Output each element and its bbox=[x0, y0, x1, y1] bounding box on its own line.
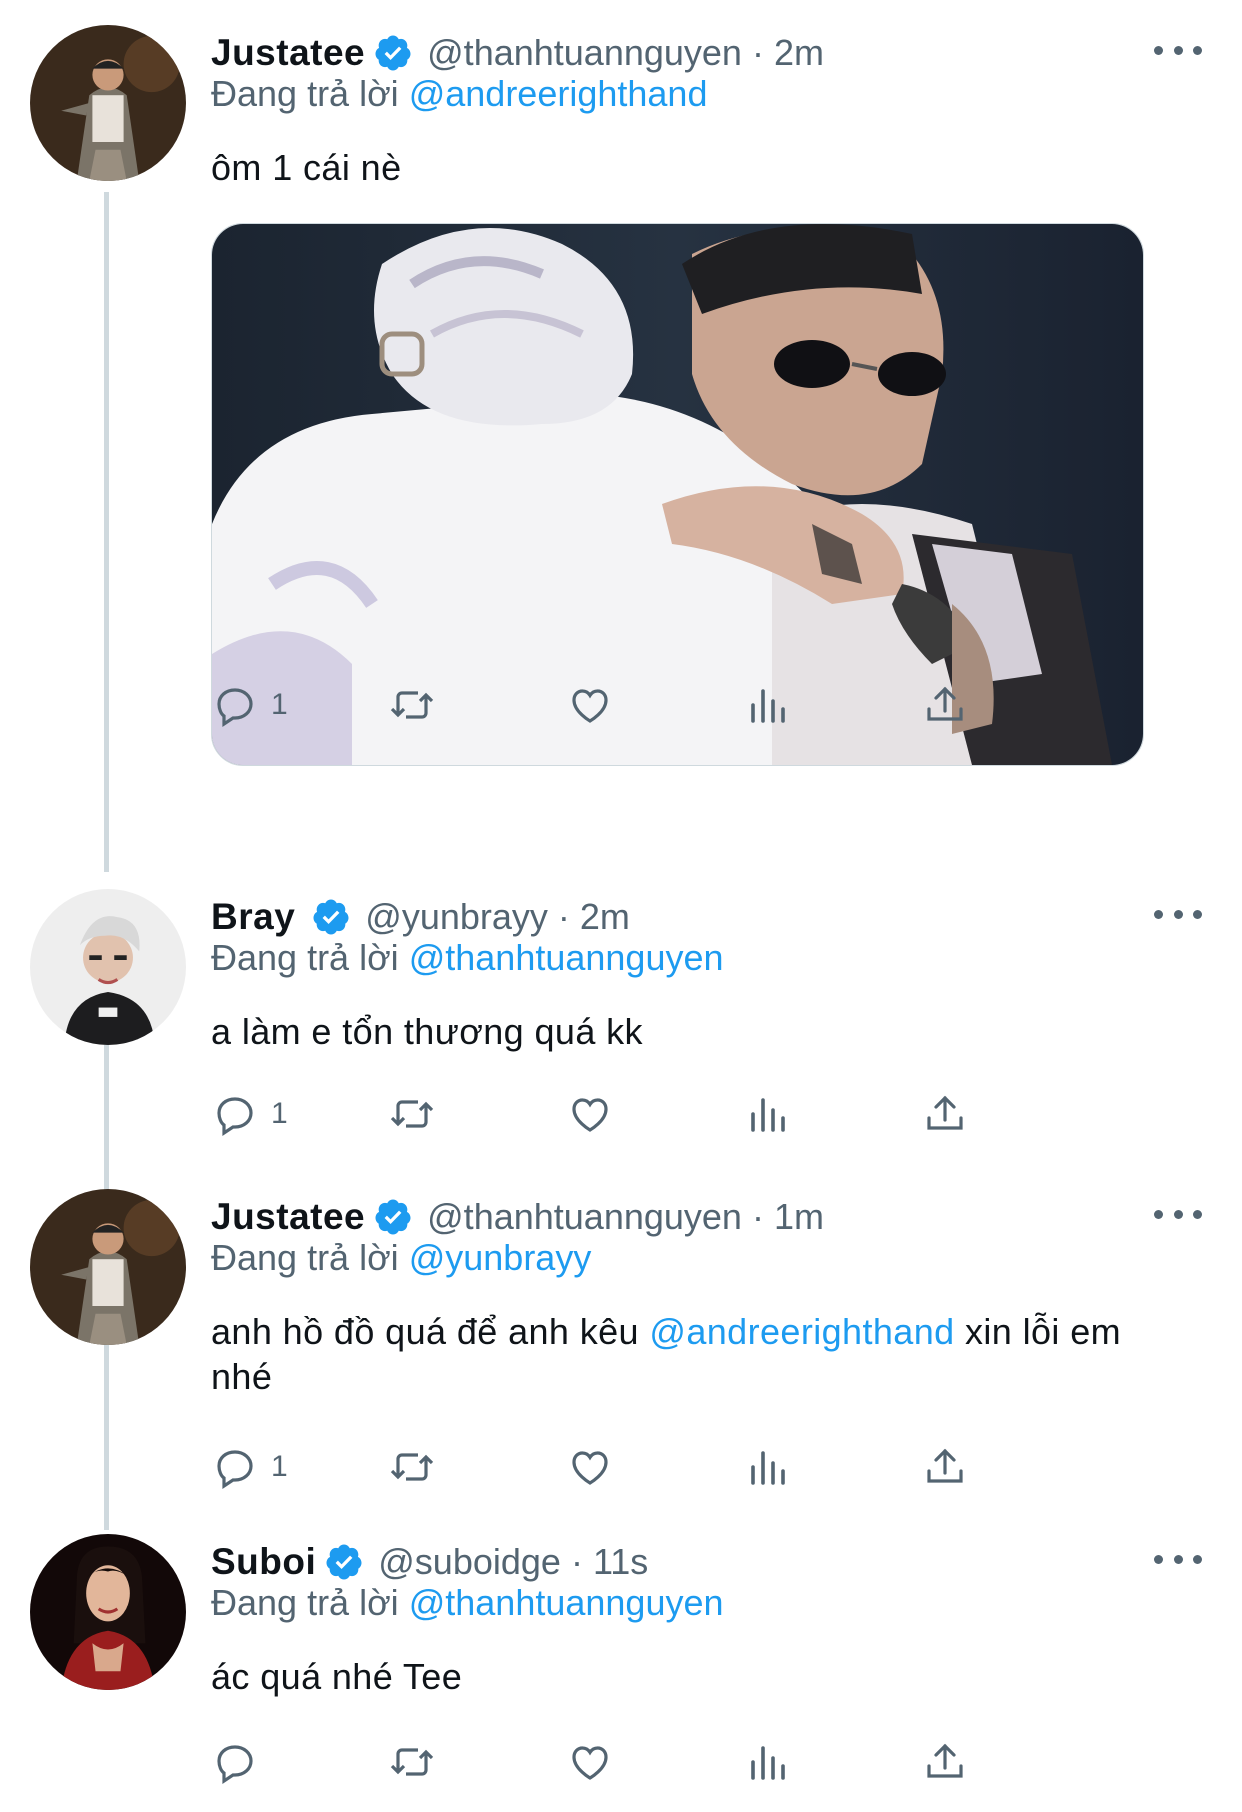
more-icon[interactable] bbox=[1154, 899, 1202, 929]
reply-button[interactable]: 1 bbox=[211, 675, 288, 735]
handle[interactable]: @yunbrayy bbox=[365, 896, 548, 938]
views-button[interactable] bbox=[743, 675, 791, 735]
replying-to: Đang trả lời @thanhtuannguyen bbox=[211, 937, 724, 979]
display-name[interactable]: Justatee bbox=[211, 32, 365, 74]
avatar[interactable] bbox=[30, 25, 186, 181]
like-icon bbox=[572, 1746, 608, 1780]
timestamp[interactable]: 2m bbox=[580, 896, 630, 938]
tweet[interactable]: Justatee @thanhtuannguyen · 1m Đang trả … bbox=[0, 1189, 1242, 1519]
tweet[interactable]: Justatee @thanhtuannguyen · 2m Đang trả … bbox=[0, 25, 1242, 855]
avatar[interactable] bbox=[30, 1189, 186, 1345]
reply-count: 1 bbox=[271, 1450, 288, 1483]
views-button[interactable] bbox=[743, 1437, 791, 1497]
tweet[interactable]: Bray @yunbrayy · 2m Đang trả lời @thanht… bbox=[0, 889, 1242, 1169]
retweet-icon bbox=[390, 1748, 434, 1776]
separator: · bbox=[751, 1196, 764, 1237]
reply-count: 1 bbox=[271, 688, 288, 721]
share-button[interactable] bbox=[921, 1732, 969, 1792]
display-name[interactable]: Justatee bbox=[211, 1196, 365, 1238]
views-icon bbox=[751, 1098, 785, 1132]
separator: · bbox=[557, 896, 570, 937]
avatar[interactable] bbox=[30, 1534, 186, 1690]
retweet-icon bbox=[390, 691, 434, 719]
like-icon bbox=[572, 689, 608, 723]
like-button[interactable] bbox=[566, 675, 614, 735]
tweet-text-part: anh hồ đồ quá để anh kêu bbox=[211, 1311, 650, 1352]
tweet-text: anh hồ đồ quá để anh kêu @andreerighthan… bbox=[211, 1309, 1191, 1399]
like-button[interactable] bbox=[566, 1084, 614, 1144]
handle[interactable]: @thanhtuannguyen bbox=[427, 32, 742, 74]
reply-button[interactable] bbox=[211, 1732, 271, 1792]
reply-to-mention[interactable]: @andreerighthand bbox=[409, 73, 708, 114]
reply-to-mention[interactable]: @yunbrayy bbox=[409, 1237, 592, 1278]
like-button[interactable] bbox=[566, 1437, 614, 1497]
reply-button[interactable]: 1 bbox=[211, 1084, 288, 1144]
replying-to: Đang trả lời @thanhtuannguyen bbox=[211, 1582, 724, 1624]
display-name[interactable]: Bray bbox=[211, 896, 295, 938]
display-name[interactable]: Suboi bbox=[211, 1541, 316, 1583]
verified-badge-icon bbox=[373, 33, 413, 73]
share-button[interactable] bbox=[921, 1437, 969, 1497]
like-icon bbox=[572, 1451, 608, 1485]
verified-badge-icon bbox=[311, 897, 351, 937]
separator: · bbox=[570, 1541, 583, 1582]
retweet-button[interactable] bbox=[388, 1084, 436, 1144]
retweet-icon bbox=[390, 1453, 434, 1481]
retweet-button[interactable] bbox=[388, 675, 436, 735]
views-button[interactable] bbox=[743, 1084, 791, 1144]
share-icon bbox=[927, 1095, 963, 1130]
reply-to-mention[interactable]: @thanhtuannguyen bbox=[409, 1582, 724, 1623]
reply-prefix: Đang trả lời bbox=[211, 1582, 399, 1623]
views-icon bbox=[751, 1746, 785, 1780]
tweet[interactable]: Suboi @suboidge · 11s Đang trả lời @than… bbox=[0, 1534, 1242, 1794]
reply-button[interactable]: 1 bbox=[211, 1437, 288, 1497]
retweet-button[interactable] bbox=[388, 1732, 436, 1792]
reply-to-mention[interactable]: @thanhtuannguyen bbox=[409, 937, 724, 978]
tweet-text: ác quá nhé Tee bbox=[211, 1656, 463, 1697]
tweet-actions bbox=[211, 1732, 1111, 1792]
avatar[interactable] bbox=[30, 889, 186, 1045]
timestamp[interactable]: 2m bbox=[774, 32, 824, 74]
reply-prefix: Đang trả lời bbox=[211, 1237, 399, 1278]
share-icon bbox=[927, 686, 963, 721]
retweet-icon bbox=[390, 1100, 434, 1128]
share-button[interactable] bbox=[921, 675, 969, 735]
more-icon[interactable] bbox=[1154, 35, 1202, 65]
verified-badge-icon bbox=[373, 1197, 413, 1237]
views-icon bbox=[751, 689, 785, 723]
retweet-button[interactable] bbox=[388, 1437, 436, 1497]
reply-icon bbox=[217, 1097, 253, 1136]
handle[interactable]: @thanhtuannguyen bbox=[427, 1196, 742, 1238]
share-icon bbox=[927, 1743, 963, 1778]
like-icon bbox=[572, 1098, 608, 1132]
tweet-text: ôm 1 cái nè bbox=[211, 147, 402, 188]
handle[interactable]: @suboidge bbox=[378, 1541, 561, 1583]
tweet-actions: 1 bbox=[211, 1437, 1111, 1497]
timestamp[interactable]: 1m bbox=[774, 1196, 824, 1238]
text-mention[interactable]: @andreerighthand bbox=[649, 1311, 954, 1352]
reply-prefix: Đang trả lời bbox=[211, 937, 399, 978]
reply-count: 1 bbox=[271, 1097, 288, 1130]
views-button[interactable] bbox=[743, 1732, 791, 1792]
verified-badge-icon bbox=[324, 1542, 364, 1582]
reply-prefix: Đang trả lời bbox=[211, 73, 399, 114]
replying-to: Đang trả lời @andreerighthand bbox=[211, 73, 707, 115]
share-icon bbox=[927, 1448, 963, 1483]
reply-icon bbox=[217, 1450, 253, 1489]
tweet-actions: 1 bbox=[211, 1084, 1111, 1144]
more-icon[interactable] bbox=[1154, 1199, 1202, 1229]
share-button[interactable] bbox=[921, 1084, 969, 1144]
replying-to: Đang trả lời @yunbrayy bbox=[211, 1237, 591, 1279]
timestamp[interactable]: 11s bbox=[593, 1541, 648, 1583]
reply-icon bbox=[217, 688, 253, 727]
tweet-text: a làm e tổn thương quá kk bbox=[211, 1011, 643, 1052]
tweet-actions: 1 bbox=[211, 675, 1111, 735]
more-icon[interactable] bbox=[1154, 1544, 1202, 1574]
reply-icon bbox=[217, 1745, 253, 1784]
like-button[interactable] bbox=[566, 1732, 614, 1792]
views-icon bbox=[751, 1451, 785, 1485]
separator: · bbox=[751, 32, 764, 73]
